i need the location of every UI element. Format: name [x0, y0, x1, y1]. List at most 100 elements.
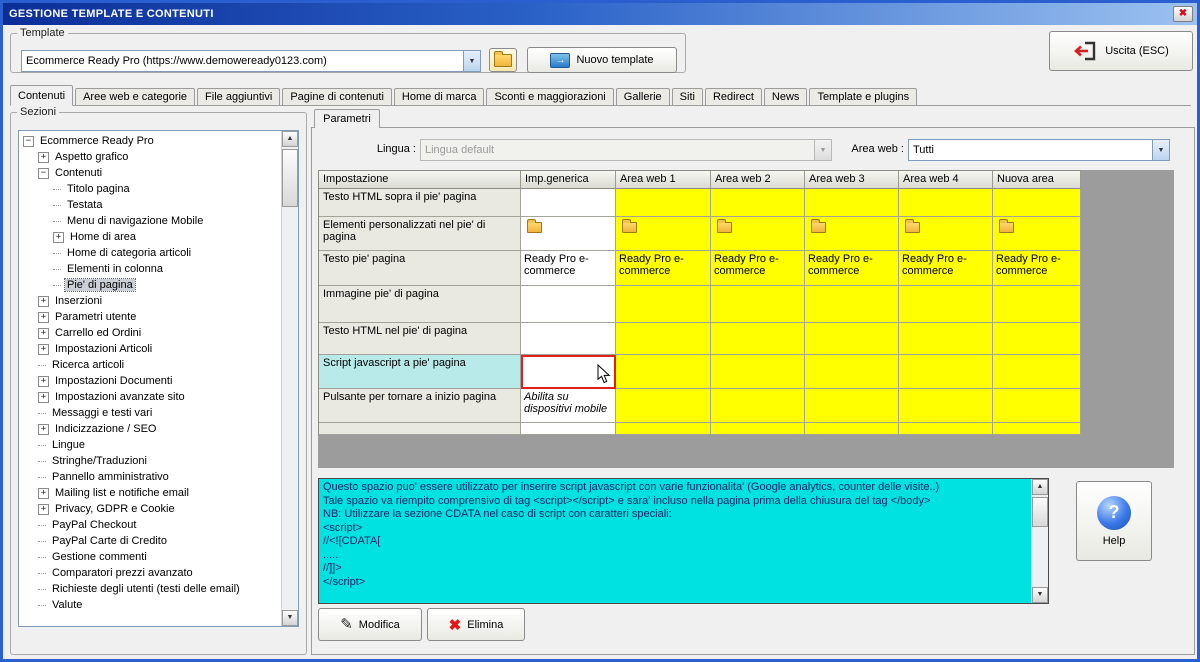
folder-icon[interactable] [905, 219, 920, 233]
tree-item-label[interactable]: Mailing list e notifiche email [53, 487, 191, 499]
param-cell[interactable] [993, 323, 1081, 355]
param-cell[interactable] [805, 389, 899, 423]
param-cell[interactable] [993, 286, 1081, 323]
expand-icon[interactable]: + [38, 151, 49, 163]
param-cell[interactable]: Ready Pro e-commerce [521, 251, 616, 286]
param-cell[interactable] [805, 217, 899, 251]
info-scrollbar[interactable]: ▲ ▼ [1031, 479, 1048, 603]
folder-icon[interactable] [717, 219, 732, 233]
param-cell[interactable] [616, 189, 711, 217]
expand-icon[interactable]: + [53, 231, 64, 243]
expand-icon[interactable]: + [38, 311, 49, 323]
tree-item-label[interactable]: Impostazioni avanzate sito [53, 391, 187, 403]
tree-item[interactable]: − Ecommerce Ready Pro [20, 133, 280, 149]
scroll-down-icon[interactable]: ▼ [1032, 587, 1048, 603]
tree-item-label[interactable]: Indicizzazione / SEO [53, 423, 159, 435]
param-cell[interactable] [993, 217, 1081, 251]
tree-item[interactable]: + Inserzioni [20, 293, 280, 309]
tab-contenuti[interactable]: Contenuti [10, 85, 74, 106]
tree-item-label[interactable]: Testata [65, 199, 104, 211]
param-cell[interactable] [805, 189, 899, 217]
tree-item-label[interactable]: Impostazioni Documenti [53, 375, 174, 387]
help-button[interactable]: ? Help [1076, 481, 1152, 561]
expand-icon[interactable]: + [38, 295, 49, 307]
tree-item[interactable]: − Contenuti [20, 165, 280, 181]
param-cell[interactable] [711, 323, 805, 355]
scroll-up-icon[interactable]: ▲ [1032, 479, 1048, 495]
tree-item-label[interactable]: Pannello amministrativo [50, 471, 171, 483]
collapse-icon[interactable]: − [23, 135, 34, 147]
param-cell[interactable] [521, 323, 616, 355]
row-label[interactable]: Testo HTML nel pie' di pagina [319, 323, 521, 355]
tree-item[interactable]: PayPal Carte di Credito [20, 533, 280, 549]
param-cell[interactable]: Ready Pro e-commerce [616, 251, 711, 286]
tree-item[interactable]: + Home di area [20, 229, 280, 245]
tree-item[interactable]: PayPal Checkout [20, 517, 280, 533]
modify-button[interactable]: ✎ Modifica [318, 608, 422, 641]
tree-item-label[interactable]: Titolo pagina [65, 183, 132, 195]
param-cell[interactable] [711, 217, 805, 251]
tree-item[interactable]: Elementi in colonna [20, 261, 280, 277]
param-cell[interactable]: Abilita su dispositivi mobile [521, 389, 616, 423]
tree-item-label[interactable]: Ecommerce Ready Pro [38, 135, 156, 147]
info-scroll-track[interactable] [1032, 495, 1048, 587]
areaweb-combo[interactable]: Tutti ▼ [908, 139, 1170, 161]
tree-item[interactable]: Gestione commenti [20, 549, 280, 565]
tree-item-label[interactable]: Home di area [68, 231, 138, 243]
expand-icon[interactable]: + [38, 375, 49, 387]
tree-item[interactable]: + Impostazioni Documenti [20, 373, 280, 389]
scroll-up-icon[interactable]: ▲ [282, 131, 298, 147]
param-cell[interactable] [899, 189, 993, 217]
tab-pagine-di-contenuti[interactable]: Pagine di contenuti [282, 88, 392, 105]
expand-icon[interactable]: + [38, 487, 49, 499]
tree-item[interactable]: Comparatori prezzi avanzato [20, 565, 280, 581]
tree-item[interactable]: Titolo pagina [20, 181, 280, 197]
template-combo[interactable]: Ecommerce Ready Pro (https://www.demower… [21, 50, 481, 72]
tab-news[interactable]: News [763, 88, 808, 105]
param-cell[interactable] [899, 323, 993, 355]
tree-item[interactable]: Messaggi e testi vari [20, 405, 280, 421]
tree-item-label[interactable]: Inserzioni [53, 295, 104, 307]
tab-parametri[interactable]: Parametri [314, 109, 380, 128]
tree-item[interactable]: Stringhe/Traduzioni [20, 453, 280, 469]
tree-scroll-thumb[interactable] [282, 149, 298, 207]
tree-item-label[interactable]: Carrello ed Ordini [53, 327, 143, 339]
param-cell[interactable] [711, 189, 805, 217]
tree-item-label[interactable]: Pie' di pagina [64, 278, 136, 292]
row-label[interactable]: Script javascript a pie' pagina [319, 355, 521, 389]
row-label[interactable]: Testo HTML sopra il pie' pagina [319, 189, 521, 217]
param-cell[interactable] [711, 286, 805, 323]
tree-item[interactable]: + Aspetto grafico [20, 149, 280, 165]
tree-item[interactable]: Lingue [20, 437, 280, 453]
param-cell[interactable] [521, 217, 616, 251]
param-cell[interactable] [993, 355, 1081, 389]
param-cell[interactable] [616, 217, 711, 251]
tab-aree-web-e-categorie[interactable]: Aree web e categorie [75, 88, 196, 105]
tree-item-label[interactable]: Privacy, GDPR e Cookie [53, 503, 177, 515]
new-template-button[interactable]: → Nuovo template [527, 47, 677, 73]
tree-item-label[interactable]: Aspetto grafico [53, 151, 130, 163]
folder-icon[interactable] [999, 219, 1014, 233]
close-button[interactable]: ✖ [1173, 6, 1193, 22]
expand-icon[interactable]: + [38, 503, 49, 515]
param-cell[interactable] [899, 217, 993, 251]
tree-item[interactable]: + Privacy, GDPR e Cookie [20, 501, 280, 517]
tree-item[interactable]: + Mailing list e notifiche email [20, 485, 280, 501]
row-label[interactable]: Elementi personalizzati nel pie' di pagi… [319, 217, 521, 251]
param-cell[interactable] [616, 323, 711, 355]
param-cell[interactable] [711, 355, 805, 389]
tree-item-label[interactable]: Valute [50, 599, 84, 611]
param-cell-focused[interactable] [521, 355, 616, 389]
tab-siti[interactable]: Siti [671, 88, 703, 105]
param-cell[interactable] [899, 355, 993, 389]
param-cell[interactable] [521, 189, 616, 217]
tree-item-label[interactable]: PayPal Carte di Credito [50, 535, 169, 547]
tree-scroll-track[interactable] [282, 147, 298, 610]
tab-home-di-marca[interactable]: Home di marca [393, 88, 485, 105]
tree-item-label[interactable]: Richieste degli utenti (testi delle emai… [50, 583, 242, 595]
param-cell[interactable] [805, 355, 899, 389]
tree-item[interactable]: + Indicizzazione / SEO [20, 421, 280, 437]
tree-item-label[interactable]: PayPal Checkout [50, 519, 138, 531]
tree-item-label[interactable]: Gestione commenti [50, 551, 149, 563]
param-cell[interactable] [993, 389, 1081, 423]
